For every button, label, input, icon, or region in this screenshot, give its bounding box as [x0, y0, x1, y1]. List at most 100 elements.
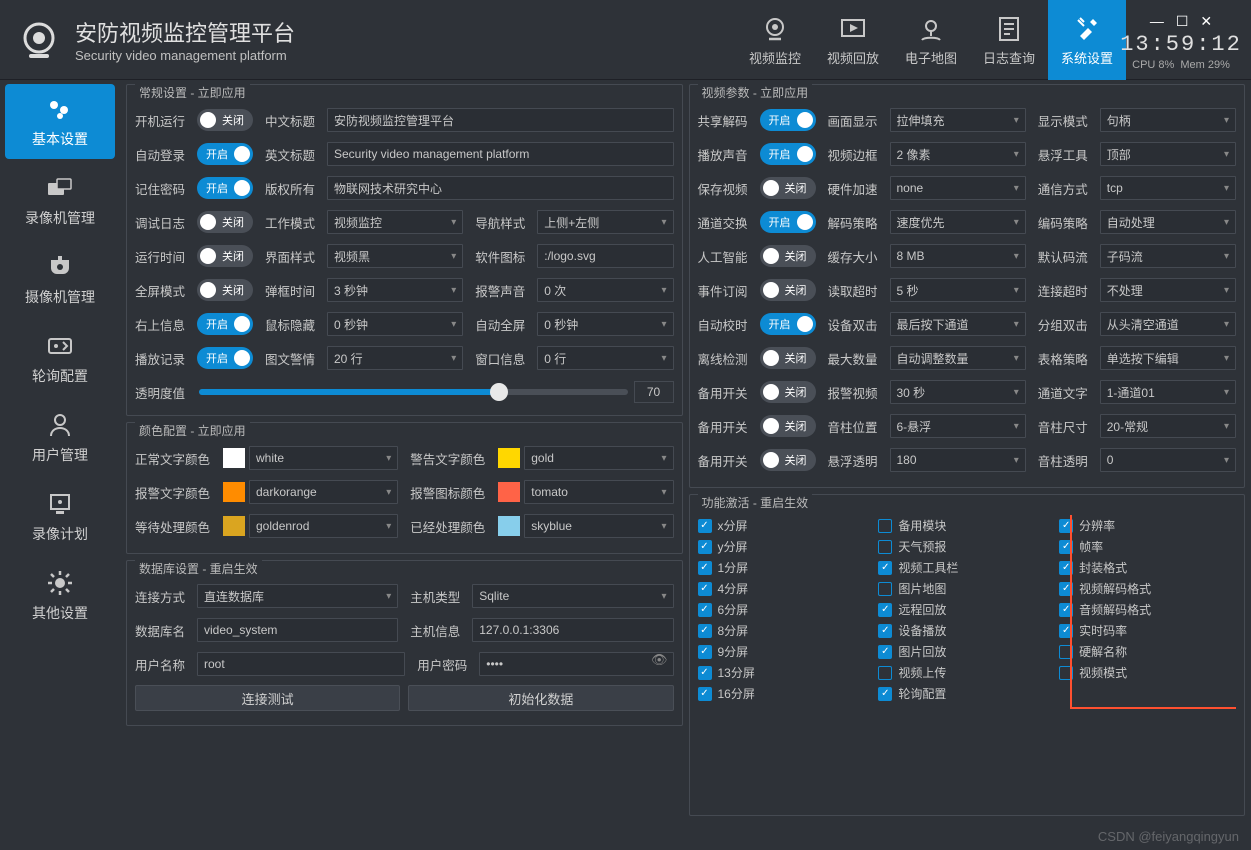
color-0-a[interactable]: white — [249, 446, 398, 470]
video-2-b[interactable]: none — [890, 176, 1026, 200]
toggle[interactable]: 开启 — [197, 143, 253, 165]
video-9-c[interactable]: 20-常规 — [1100, 414, 1236, 438]
sidebar-item-2[interactable]: 摄像机管理 — [5, 242, 115, 317]
toggle[interactable]: 开启 — [760, 109, 816, 131]
checkbox-row[interactable]: ✓帧率 — [1059, 536, 1234, 557]
nav-tools[interactable]: 系统设置 — [1048, 0, 1126, 80]
color-swatch[interactable] — [223, 448, 245, 468]
checkbox-row[interactable]: ✓图片回放 — [878, 641, 1053, 662]
checkbox-row[interactable]: 天气预报 — [878, 536, 1053, 557]
checkbox-row[interactable]: ✓13分屏 — [698, 662, 873, 683]
toggle[interactable]: 关闭 — [197, 211, 253, 233]
checkbox-row[interactable]: 视频模式 — [1059, 662, 1234, 683]
checkbox-row[interactable]: ✓y分屏 — [698, 536, 873, 557]
gen-3-c[interactable]: 上侧+左侧 — [537, 210, 673, 234]
video-7-c[interactable]: 单选按下编辑 — [1100, 346, 1236, 370]
sidebar-item-4[interactable]: 用户管理 — [5, 400, 115, 475]
gen-7-b[interactable]: 20 行 — [327, 346, 463, 370]
checkbox[interactable]: ✓ — [698, 540, 712, 554]
gen-5-c[interactable]: 0 次 — [537, 278, 673, 302]
gen-4-b[interactable]: 视频黑 — [327, 244, 463, 268]
gen-1-b[interactable] — [327, 142, 674, 166]
checkbox[interactable]: ✓ — [878, 603, 892, 617]
video-2-c[interactable]: tcp — [1100, 176, 1236, 200]
db-0-a[interactable]: 直连数据库 — [197, 584, 398, 608]
toggle[interactable]: 关闭 — [760, 449, 816, 471]
video-4-c[interactable]: 子码流 — [1100, 244, 1236, 268]
opacity-slider[interactable] — [199, 389, 628, 395]
video-8-b[interactable]: 30 秒 — [890, 380, 1026, 404]
checkbox[interactable]: ✓ — [698, 666, 712, 680]
checkbox-row[interactable]: ✓视频解码格式 — [1059, 578, 1234, 599]
color-swatch[interactable] — [498, 482, 520, 502]
db-1-a[interactable] — [197, 618, 398, 642]
checkbox-row[interactable]: ✓9分屏 — [698, 641, 873, 662]
gen-3-b[interactable]: 视频监控 — [327, 210, 463, 234]
toggle[interactable]: 关闭 — [760, 245, 816, 267]
color-1-a[interactable]: darkorange — [249, 480, 398, 504]
color-2-b[interactable]: skyblue — [524, 514, 673, 538]
checkbox-row[interactable]: 硬解名称 — [1059, 641, 1234, 662]
color-2-a[interactable]: goldenrod — [249, 514, 398, 538]
checkbox-row[interactable]: ✓4分屏 — [698, 578, 873, 599]
checkbox-row[interactable]: ✓音频解码格式 — [1059, 599, 1234, 620]
color-swatch[interactable] — [223, 482, 245, 502]
sidebar-item-5[interactable]: 录像计划 — [5, 479, 115, 554]
nav-map[interactable]: 电子地图 — [892, 0, 970, 80]
db-1-b[interactable] — [472, 618, 673, 642]
checkbox[interactable]: ✓ — [878, 645, 892, 659]
video-4-b[interactable]: 8 MB — [890, 244, 1026, 268]
checkbox-row[interactable]: ✓分辨率 — [1059, 515, 1234, 536]
checkbox-row[interactable]: ✓轮询配置 — [878, 683, 1053, 704]
color-swatch[interactable] — [223, 516, 245, 536]
checkbox[interactable]: ✓ — [1059, 519, 1073, 533]
video-7-b[interactable]: 自动调整数量 — [890, 346, 1026, 370]
checkbox-row[interactable]: ✓16分屏 — [698, 683, 873, 704]
checkbox[interactable]: ✓ — [1059, 582, 1073, 596]
video-3-c[interactable]: 自动处理 — [1100, 210, 1236, 234]
checkbox[interactable] — [1059, 666, 1073, 680]
db-init-button[interactable]: 初始化数据 — [408, 685, 673, 711]
video-8-c[interactable]: 1-通道01 — [1100, 380, 1236, 404]
color-swatch[interactable] — [498, 516, 520, 536]
close-button[interactable]: ✕ — [1200, 13, 1212, 30]
checkbox[interactable]: ✓ — [878, 561, 892, 575]
color-swatch[interactable] — [498, 448, 520, 468]
gen-2-b[interactable] — [327, 176, 674, 200]
sidebar-item-3[interactable]: 轮询配置 — [5, 321, 115, 396]
toggle[interactable]: 关闭 — [760, 279, 816, 301]
video-0-b[interactable]: 拉伸填充 — [890, 108, 1026, 132]
checkbox[interactable] — [1059, 645, 1073, 659]
video-1-b[interactable]: 2 像素 — [890, 142, 1026, 166]
db-0-b[interactable]: Sqlite — [472, 584, 673, 608]
db-test-button[interactable]: 连接测试 — [135, 685, 400, 711]
checkbox[interactable]: ✓ — [878, 687, 892, 701]
toggle[interactable]: 开启 — [197, 177, 253, 199]
toggle[interactable]: 开启 — [197, 347, 253, 369]
checkbox[interactable]: ✓ — [698, 519, 712, 533]
checkbox-row[interactable]: 视频上传 — [878, 662, 1053, 683]
toggle[interactable]: 关闭 — [760, 415, 816, 437]
nav-log[interactable]: 日志查询 — [970, 0, 1048, 80]
color-0-b[interactable]: gold — [524, 446, 673, 470]
checkbox[interactable]: ✓ — [878, 624, 892, 638]
toggle[interactable]: 关闭 — [760, 177, 816, 199]
gen-0-b[interactable] — [327, 108, 674, 132]
sidebar-item-1[interactable]: 录像机管理 — [5, 163, 115, 238]
checkbox-row[interactable]: ✓实时码率 — [1059, 620, 1234, 641]
maximize-button[interactable]: ☐ — [1176, 13, 1189, 30]
checkbox-row[interactable]: ✓封装格式 — [1059, 557, 1234, 578]
video-10-b[interactable]: 180 — [890, 448, 1026, 472]
checkbox-row[interactable]: ✓x分屏 — [698, 515, 873, 536]
checkbox[interactable]: ✓ — [698, 582, 712, 596]
video-6-c[interactable]: 从头清空通道 — [1100, 312, 1236, 336]
minimize-button[interactable]: — — [1150, 13, 1164, 30]
eye-icon[interactable]: 👁 — [651, 652, 668, 668]
gen-5-b[interactable]: 3 秒钟 — [327, 278, 463, 302]
toggle[interactable]: 关闭 — [197, 245, 253, 267]
checkbox[interactable]: ✓ — [1059, 540, 1073, 554]
checkbox[interactable] — [878, 666, 892, 680]
db-2-b[interactable] — [479, 652, 673, 676]
checkbox-row[interactable]: ✓视频工具栏 — [878, 557, 1053, 578]
checkbox[interactable] — [878, 582, 892, 596]
